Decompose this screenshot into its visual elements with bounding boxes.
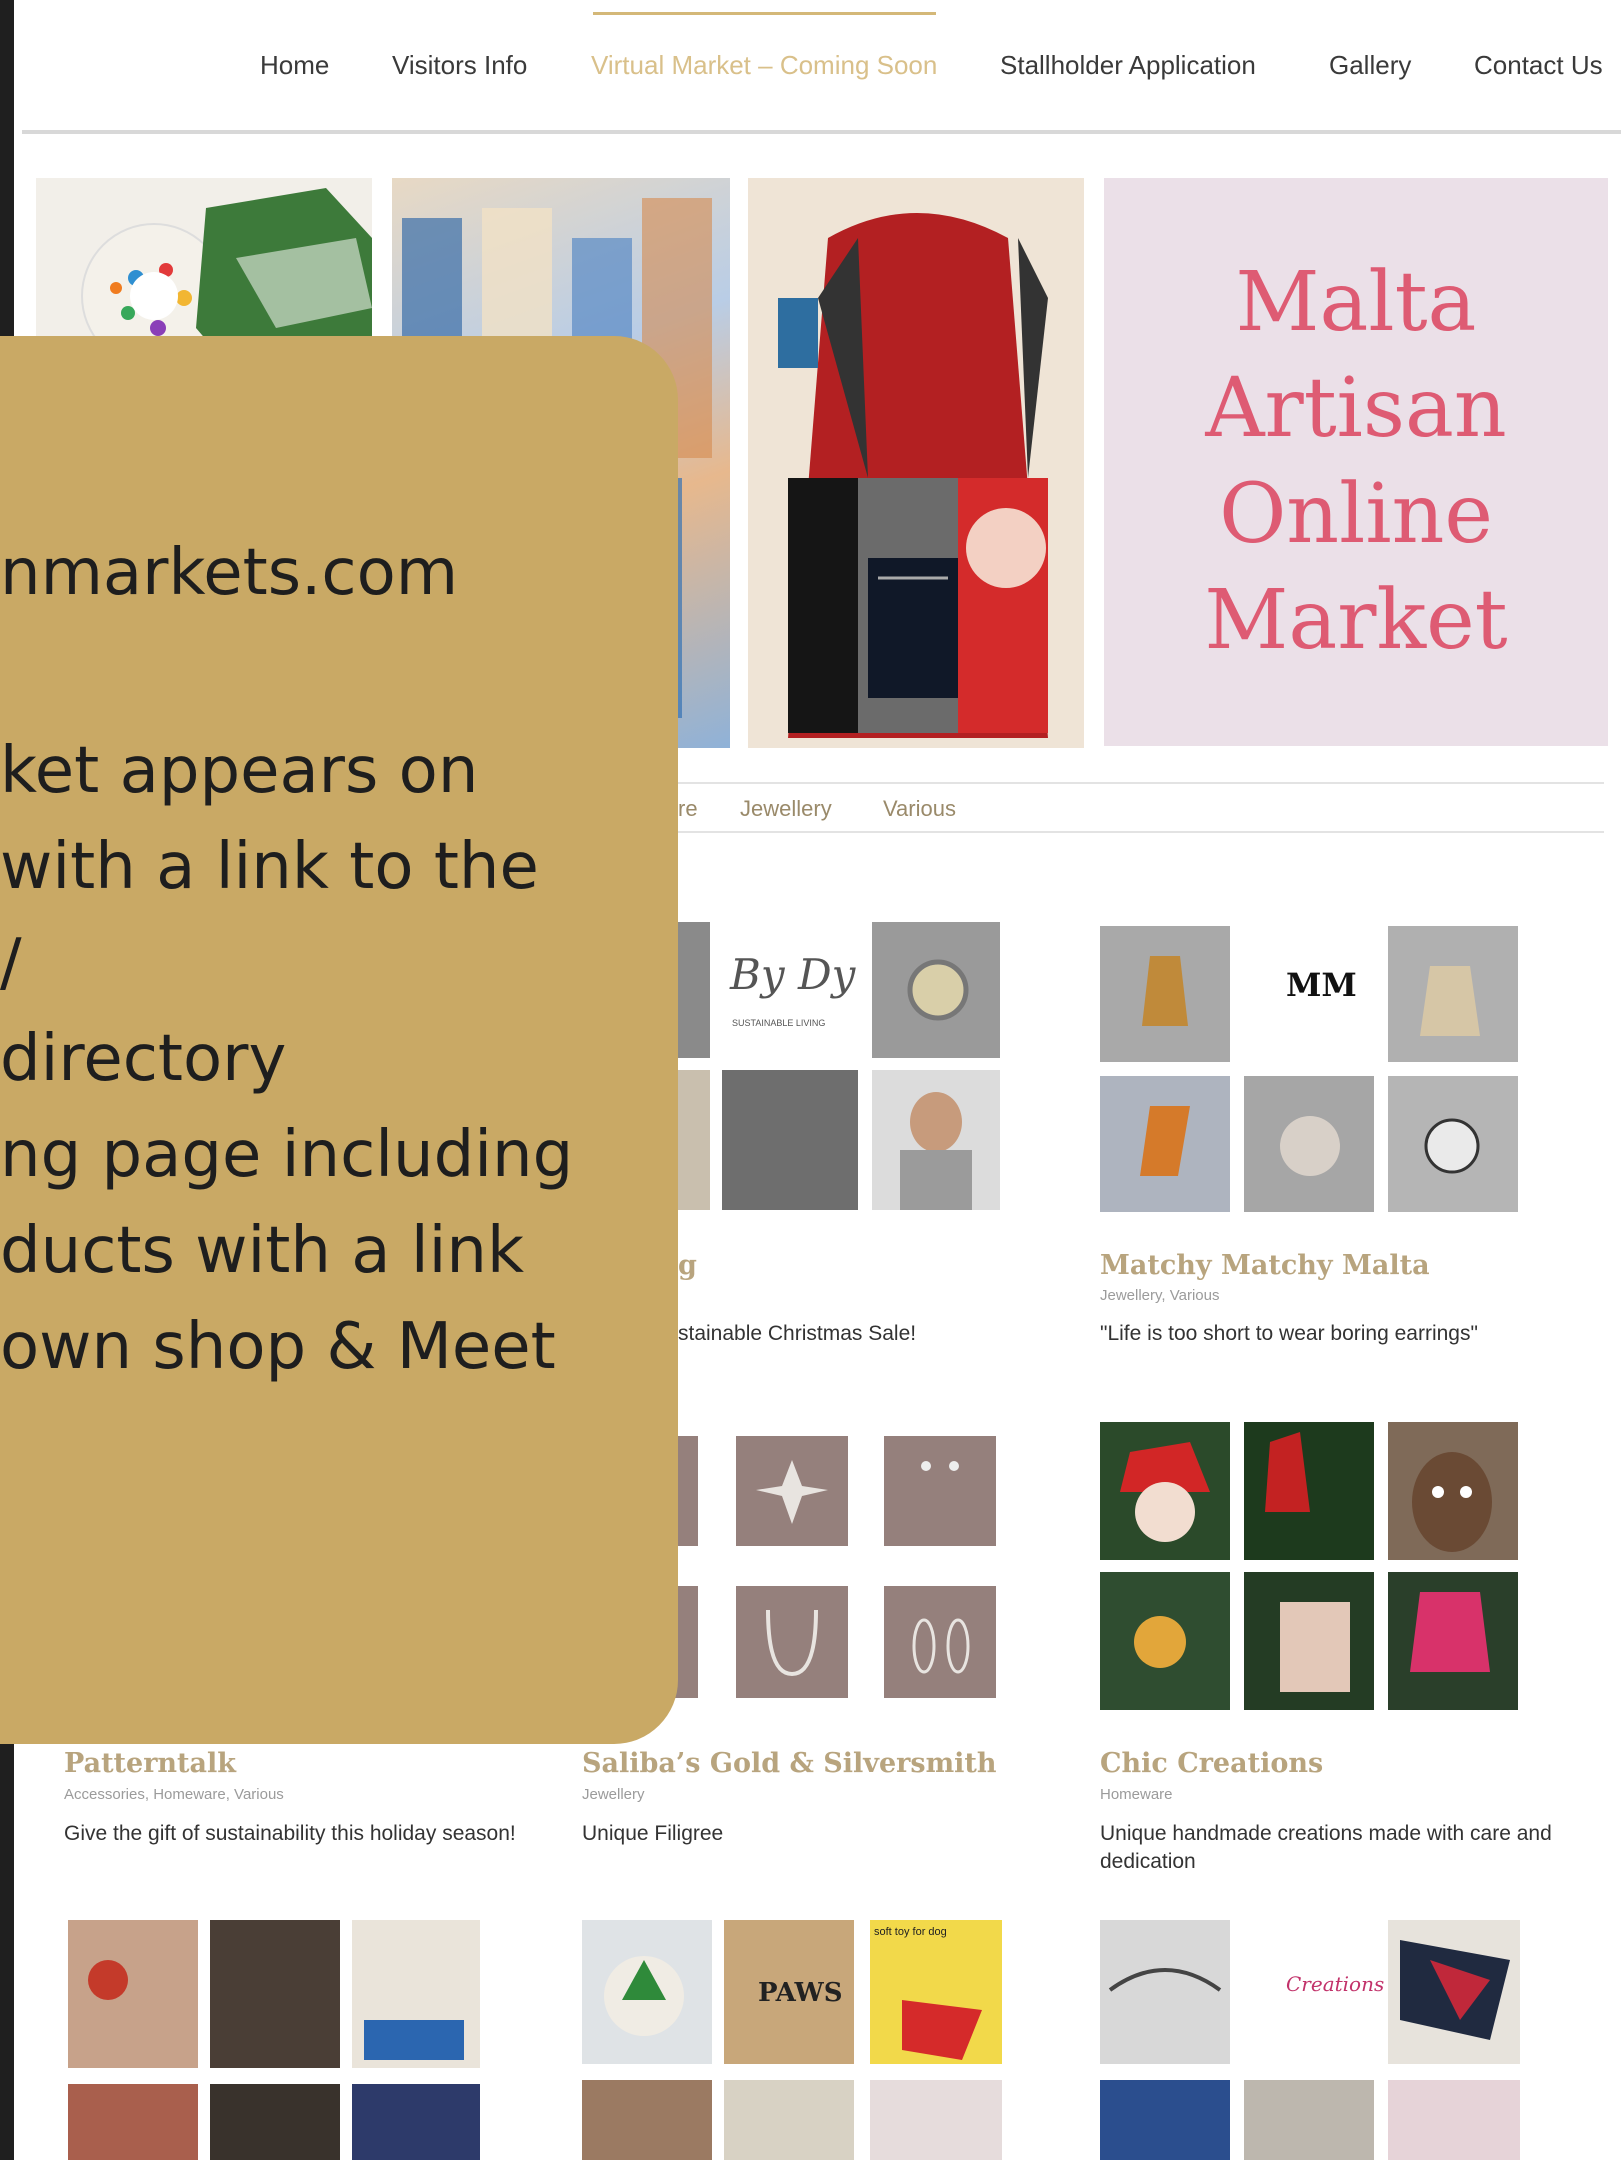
vendor-image-row3-2[interactable]: PAWS soft toy for dog (582, 1920, 1002, 2160)
hero-image-bag (748, 178, 1084, 748)
vendor-image-row3-3[interactable]: Creations (1100, 1920, 1520, 2160)
bydy-logo-sub: SUSTAINABLE LIVING (732, 1018, 826, 1028)
vendor-categories-chic: Homeware (1100, 1786, 1173, 1803)
nav-virtual-market[interactable]: Virtual Market – Coming Soon (591, 50, 937, 81)
vendor-tagline-saliba: Unique Filigree (582, 1822, 724, 1845)
nav-divider (22, 130, 1621, 134)
category-divider-top (640, 782, 1604, 784)
vendor-tagline-matchy: "Life is too short to wear boring earrin… (1100, 1322, 1478, 1345)
overlay-line-7: ducts with a link (0, 1214, 525, 1288)
overlay-line-5: directory (0, 1022, 287, 1096)
overlay-line-8: own shop & Meet (0, 1310, 556, 1384)
nav-contact-us[interactable]: Contact Us (1474, 50, 1603, 81)
hero-brand-panel: Malta Artisan Online Market (1104, 178, 1608, 746)
overlay-line-3: with a link to the (0, 830, 539, 904)
category-tab-jewellery[interactable]: Jewellery (740, 796, 832, 822)
toy-note: soft toy for dog (874, 1926, 947, 1938)
info-overlay-panel: nmarkets.com ket appears on with a link … (0, 336, 678, 1744)
nav-visitors-info[interactable]: Visitors Info (392, 50, 527, 81)
overlay-line-1: nmarkets.com (0, 536, 459, 610)
category-tab-partial[interactable]: re (678, 796, 698, 822)
vendor-tagline-chic: Unique handmade creations made with care… (1100, 1822, 1552, 1873)
vendor-name-matchy[interactable]: Matchy Matchy Malta (1100, 1250, 1430, 1281)
creations-logo: Creations (1286, 1972, 1385, 1996)
vendor-tagline-patterntalk: Give the gift of sustainability this hol… (64, 1822, 516, 1845)
vendor-name-chic[interactable]: Chic Creations (1100, 1748, 1323, 1779)
vendor-categories-patterntalk: Accessories, Homeware, Various (64, 1786, 284, 1803)
vendor-name-patterntalk[interactable]: Patterntalk (64, 1748, 236, 1779)
vendor-categories-saliba: Jewellery (582, 1786, 645, 1803)
nav-home[interactable]: Home (260, 50, 329, 81)
bydy-logo: By Dy (730, 950, 856, 999)
vendor-tagline-bydy: stainable Christmas Sale! (678, 1322, 917, 1345)
paws-logo: PAWS (758, 1978, 843, 2008)
category-tab-various[interactable]: Various (883, 796, 956, 822)
browser-screenshot: Home Visitors Info Virtual Market – Comi… (0, 0, 1621, 2160)
main-nav: Home Visitors Info Virtual Market – Comi… (0, 50, 1621, 100)
vendor-image-matchy[interactable]: MM (1100, 926, 1520, 1214)
overlay-line-4: / (0, 926, 22, 1000)
vendor-name-partial[interactable]: g (678, 1250, 697, 1281)
vendor-name-saliba[interactable]: Saliba’s Gold & Silversmith (582, 1748, 997, 1779)
brand-title: Malta Artisan Online Market (1204, 255, 1508, 668)
nav-gallery[interactable]: Gallery (1329, 50, 1411, 81)
overlay-line-2: ket appears on (0, 734, 479, 808)
category-divider-bottom (640, 831, 1604, 833)
vendor-image-row3-1[interactable] (68, 1920, 480, 2160)
vendor-image-chic[interactable] (1100, 1422, 1520, 1710)
active-nav-indicator (593, 12, 936, 15)
matchy-logo: MM (1286, 966, 1357, 1004)
nav-stallholder-application[interactable]: Stallholder Application (1000, 50, 1256, 81)
vendor-categories-matchy: Jewellery, Various (1100, 1287, 1220, 1304)
overlay-line-6: ng page including (0, 1118, 574, 1192)
